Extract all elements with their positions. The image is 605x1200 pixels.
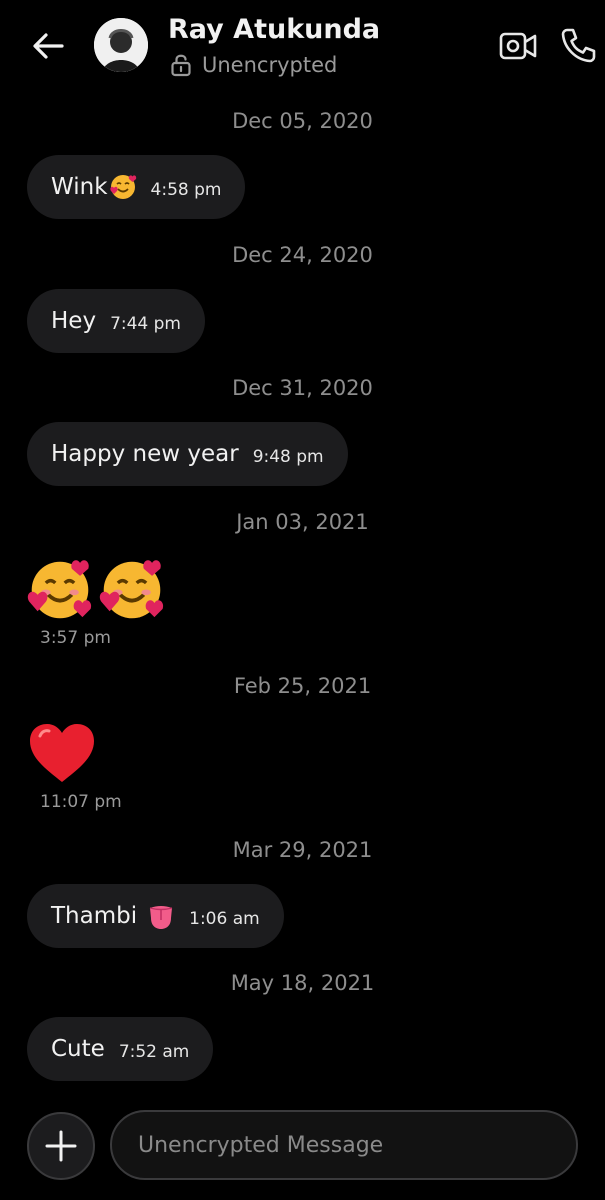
message-time: 7:52 am — [118, 1041, 190, 1062]
unlocked-padlock-icon — [171, 54, 191, 77]
message-time: 11:07 pm — [40, 792, 122, 812]
smiling-face-with-hearts-icon — [109, 175, 136, 199]
tongue-icon — [149, 906, 173, 929]
contact-name[interactable]: Ray Atukunda — [168, 14, 380, 45]
message-time: 9:48 pm — [252, 446, 324, 467]
video-camera-icon — [499, 32, 537, 60]
message-bubble[interactable]: Happy new year 9:48 pm — [27, 422, 348, 486]
message-input[interactable]: Unencrypted Message — [110, 1110, 578, 1180]
voice-call-button[interactable] — [559, 26, 597, 64]
phone-icon — [561, 28, 596, 63]
contact-avatar[interactable] — [94, 18, 148, 72]
message-text: Happy new year — [51, 441, 239, 467]
smiling-face-with-hearts-icon — [27, 560, 92, 619]
message-bubble[interactable]: Cute 7:52 am — [27, 1017, 214, 1081]
encryption-status: Unencrypted — [170, 51, 337, 79]
message-time: 7:44 pm — [110, 313, 181, 334]
message-text: Hey — [51, 308, 97, 334]
message-text: Thambi — [51, 903, 138, 929]
date-separator: Jan 03, 2021 — [236, 510, 369, 534]
message-input-placeholder: Unencrypted Message — [138, 1132, 384, 1158]
back-button[interactable] — [28, 28, 68, 64]
red-heart-icon — [30, 724, 94, 782]
message-bubble[interactable]: Wink 4:58 pm — [27, 155, 246, 219]
arrow-left-icon — [33, 33, 64, 59]
add-attachment-button[interactable] — [27, 1112, 95, 1180]
date-separator: Dec 31, 2020 — [232, 376, 373, 400]
emoji-message[interactable] — [27, 722, 97, 786]
message-time: 3:57 pm — [40, 628, 111, 648]
message-bubble[interactable]: Hey 7:44 pm — [27, 289, 205, 353]
avatar-photo — [94, 18, 148, 72]
message-bubble[interactable]: Thambi 1:06 am — [27, 884, 284, 948]
plus-icon — [45, 1130, 77, 1162]
smiling-face-with-hearts-icon — [99, 560, 164, 619]
date-separator: Mar 29, 2021 — [232, 838, 373, 862]
date-separator: Dec 05, 2020 — [232, 109, 373, 133]
date-separator: May 18, 2021 — [230, 971, 375, 995]
message-time: 1:06 am — [189, 908, 260, 929]
chat-header: Ray Atukunda Unencrypted — [0, 0, 605, 95]
video-call-button[interactable] — [498, 28, 538, 64]
message-text: Wink — [51, 174, 108, 200]
date-separator: Dec 24, 2020 — [232, 243, 373, 267]
message-time: 4:58 pm — [150, 179, 222, 200]
date-separator: Feb 25, 2021 — [233, 674, 372, 698]
emoji-message[interactable] — [27, 557, 165, 623]
encryption-status-label: Unencrypted — [202, 53, 338, 77]
message-text: Cute — [51, 1036, 105, 1062]
